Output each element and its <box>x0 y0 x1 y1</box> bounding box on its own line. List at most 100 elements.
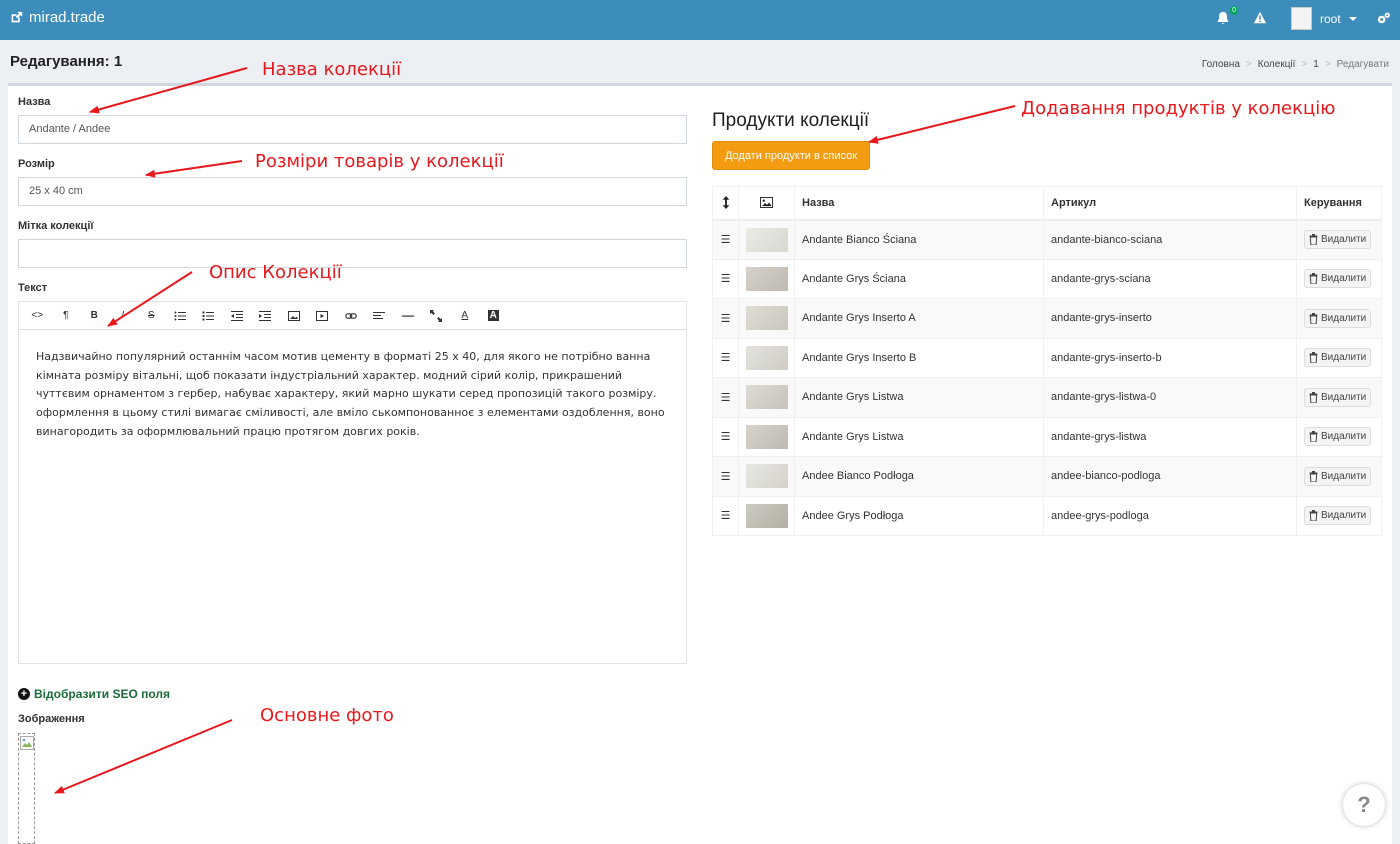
numbered-list-icon[interactable] <box>194 305 223 327</box>
font-color-icon[interactable]: A <box>451 305 480 327</box>
drag-handle-icon[interactable]: ☰ <box>712 456 739 497</box>
indent-icon[interactable] <box>251 305 280 327</box>
drag-handle-icon[interactable]: ☰ <box>712 298 739 339</box>
fullscreen-icon[interactable] <box>422 305 451 327</box>
seo-fields-toggle[interactable]: + Відобразити SEO поля <box>18 687 170 701</box>
actions-cell: Видалити <box>1296 377 1382 418</box>
table-row: ☰ Andante Grys Ściana andante-grys-scian… <box>712 258 1382 299</box>
annotation-main-photo: Основне фото <box>260 705 394 726</box>
bullet-list-icon[interactable] <box>166 305 195 327</box>
actions-cell: Видалити <box>1296 298 1382 339</box>
delete-button[interactable]: Видалити <box>1304 269 1372 289</box>
code-view-icon[interactable]: <> <box>23 305 52 327</box>
alerts-button[interactable] <box>1253 11 1269 27</box>
outdent-icon[interactable] <box>223 305 252 327</box>
tag-input[interactable] <box>18 239 687 268</box>
product-thumbnail <box>745 227 788 252</box>
drag-handle-icon[interactable]: ☰ <box>712 219 739 260</box>
product-name: Andante Grys Listwa <box>794 416 1044 457</box>
product-sku: andee-bianco-podloga <box>1043 456 1297 497</box>
vertical-arrows-icon <box>722 196 729 210</box>
breadcrumb-separator: > <box>1245 59 1252 70</box>
delete-button[interactable]: Видалити <box>1304 348 1372 368</box>
link-icon[interactable] <box>337 305 366 327</box>
product-thumbnail-cell <box>738 337 795 378</box>
brand-link[interactable]: mirad.trade <box>10 9 105 26</box>
delete-label: Видалити <box>1321 391 1367 403</box>
delete-label: Видалити <box>1321 312 1367 324</box>
delete-label: Видалити <box>1321 273 1367 285</box>
paragraph-icon[interactable]: ¶ <box>52 305 81 327</box>
delete-button[interactable]: Видалити <box>1304 466 1372 486</box>
strikethrough-icon[interactable]: S <box>137 305 166 327</box>
product-sku: andante-grys-listwa <box>1043 416 1297 457</box>
drag-handle-icon[interactable]: ☰ <box>712 258 739 299</box>
delete-button[interactable]: Видалити <box>1304 427 1372 447</box>
actions-column-header: Керування <box>1296 186 1382 221</box>
notifications-button[interactable]: 0 <box>1216 6 1238 27</box>
editor-toolbar: <> ¶ B I S A A <box>19 302 686 330</box>
drag-handle-icon[interactable]: ☰ <box>712 337 739 378</box>
main-image-upload[interactable] <box>18 733 35 844</box>
table-row: ☰ Andee Bianco Podłoga andee-bianco-podl… <box>712 456 1382 497</box>
name-input[interactable]: Andante / Andee <box>18 115 687 144</box>
trash-icon <box>1309 391 1318 403</box>
align-left-icon[interactable] <box>365 305 394 327</box>
horizontal-rule-icon[interactable] <box>394 305 423 327</box>
background-color-icon[interactable]: A <box>479 305 508 327</box>
breadcrumb-item[interactable]: 1 <box>1313 59 1319 70</box>
product-name: Andee Grys Podłoga <box>794 495 1044 536</box>
delete-button[interactable]: Видалити <box>1304 308 1372 328</box>
table-row: ☰ Andee Grys Podłoga andee-grys-podloga … <box>712 495 1382 536</box>
actions-cell: Видалити <box>1296 258 1382 299</box>
products-table-body: ☰ Andante Bianco Ściana andante-bianco-s… <box>712 219 1382 536</box>
delete-button[interactable]: Видалити <box>1304 387 1372 407</box>
drag-handle-icon[interactable]: ☰ <box>712 377 739 418</box>
delete-label: Видалити <box>1321 470 1367 482</box>
settings-button[interactable] <box>1376 11 1392 27</box>
help-button[interactable]: ? <box>1343 784 1385 826</box>
notifications-count: 0 <box>1230 6 1238 15</box>
trash-icon <box>1309 431 1318 443</box>
table-row: ☰ Andante Grys Inserto B andante-grys-in… <box>712 337 1382 378</box>
product-name: Andante Grys Listwa <box>794 377 1044 418</box>
annotation-description: Опис Колекції <box>209 262 342 283</box>
italic-icon[interactable]: I <box>109 305 138 327</box>
bold-icon[interactable]: B <box>80 305 109 327</box>
delete-label: Видалити <box>1321 352 1367 364</box>
breadcrumb-home[interactable]: Головна <box>1202 59 1240 70</box>
video-icon[interactable] <box>308 305 337 327</box>
actions-cell: Видалити <box>1296 416 1382 457</box>
product-sku: andante-bianco-sciana <box>1043 219 1297 260</box>
trash-icon <box>1309 234 1318 245</box>
external-link-icon <box>11 11 23 23</box>
avatar <box>1291 7 1312 30</box>
actions-cell: Видалити <box>1296 495 1382 536</box>
drag-handle-icon[interactable]: ☰ <box>712 495 739 536</box>
seo-toggle-label: Відобразити SEO поля <box>34 687 171 701</box>
product-name: Andee Bianco Podłoga <box>794 456 1044 497</box>
breadcrumb-collections[interactable]: Колекції <box>1258 59 1296 70</box>
breadcrumb: Головна > Колекції > 1 > Редагувати <box>1202 59 1389 70</box>
add-products-button[interactable]: Додати продукти в список <box>712 141 870 170</box>
product-sku: andante-grys-inserto-b <box>1043 337 1297 378</box>
delete-button[interactable]: Видалити <box>1304 506 1372 526</box>
products-table: Назва Артикул Керування ☰ Andante Bianco… <box>712 186 1382 536</box>
editor-content[interactable]: Надзвичайно популярний останнім часом мо… <box>19 330 686 442</box>
size-label: Розмір <box>18 158 55 170</box>
image-icon[interactable] <box>280 305 309 327</box>
sort-column-header <box>712 186 739 221</box>
breadcrumb-current: Редагувати <box>1336 59 1389 70</box>
sku-column-header: Артикул <box>1043 186 1297 221</box>
user-name: root <box>1320 11 1341 26</box>
drag-handle-icon[interactable]: ☰ <box>712 416 739 457</box>
user-menu[interactable]: root <box>1291 7 1357 30</box>
size-input[interactable]: 25 x 40 cm <box>18 177 687 206</box>
annotation-size: Розміри товарів у колекції <box>255 151 504 172</box>
plus-circle-icon: + <box>18 688 30 700</box>
product-sku: andante-grys-inserto <box>1043 298 1297 339</box>
product-thumbnail-cell <box>738 495 795 536</box>
delete-button[interactable]: Видалити <box>1304 230 1372 249</box>
image-column-header <box>738 186 795 221</box>
trash-icon <box>1309 470 1318 482</box>
